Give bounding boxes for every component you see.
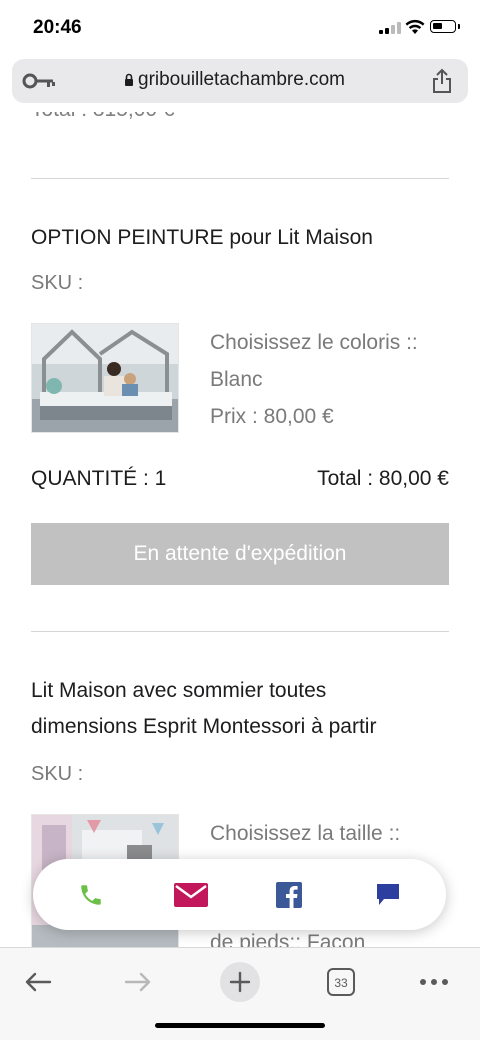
contact-bar [33,859,446,930]
phone-icon [81,885,101,905]
cellular-signal-icon [379,22,401,34]
phone-button[interactable] [69,873,113,917]
mail-icon [174,883,208,907]
product-title[interactable]: OPTION PEINTURE pour Lit Maison [31,220,451,256]
wifi-icon [405,19,425,34]
option-label: Choisissez la taille :: [210,822,401,845]
line-total-text: Total : 80,00 € [317,467,449,490]
battery-icon [430,20,460,33]
option-value-partial: de pieds:: Façon [210,931,366,948]
share-icon[interactable] [431,68,453,94]
forward-arrow-icon [124,972,151,992]
forward-button[interactable] [120,962,156,1002]
option-label: Choisissez le coloris :: [210,331,418,354]
url-text[interactable]: gribouilletachambre.com [138,69,345,91]
status-bar: 20:46 [0,0,480,56]
product-title[interactable]: Lit Maison avec sommier toutes [31,673,451,709]
key-icon[interactable] [19,70,59,92]
shipping-status-button[interactable]: En attente d'expédition [31,523,449,585]
tabs-button[interactable]: 33 [325,962,357,1002]
address-bar[interactable]: gribouilletachambre.com [12,59,468,103]
new-tab-plus-icon [220,962,260,1002]
chat-button[interactable] [366,873,410,917]
quantity-text: QUANTITÉ : 1 [31,467,167,490]
status-time: 20:46 [33,17,82,38]
chat-icon [377,884,399,905]
option-value: Blanc [210,368,263,391]
divider [31,178,449,179]
home-indicator[interactable] [155,1023,325,1028]
tabs-icon: 33 [327,968,355,996]
new-tab-button[interactable] [219,962,261,1002]
facebook-button[interactable] [267,873,311,917]
product-image[interactable] [31,323,179,433]
previous-total-text: Total : 315,00 € [31,112,175,122]
lock-icon [125,73,133,86]
back-button[interactable] [20,962,56,1002]
divider [31,631,449,632]
sku-label: SKU : [31,763,84,785]
email-button[interactable] [169,873,213,917]
sku-label: SKU : [31,272,84,294]
page-content: Total : 315,00 € OPTION PEINTURE pour Li… [0,112,480,948]
facebook-icon [276,882,302,908]
back-arrow-icon [25,972,52,992]
tab-count: 33 [334,976,348,990]
more-button[interactable] [418,962,450,1002]
more-icon [420,979,448,985]
product-title-continued[interactable]: dimensions Esprit Montessori à partir [31,709,451,745]
price-text: Prix : 80,00 € [210,405,334,428]
